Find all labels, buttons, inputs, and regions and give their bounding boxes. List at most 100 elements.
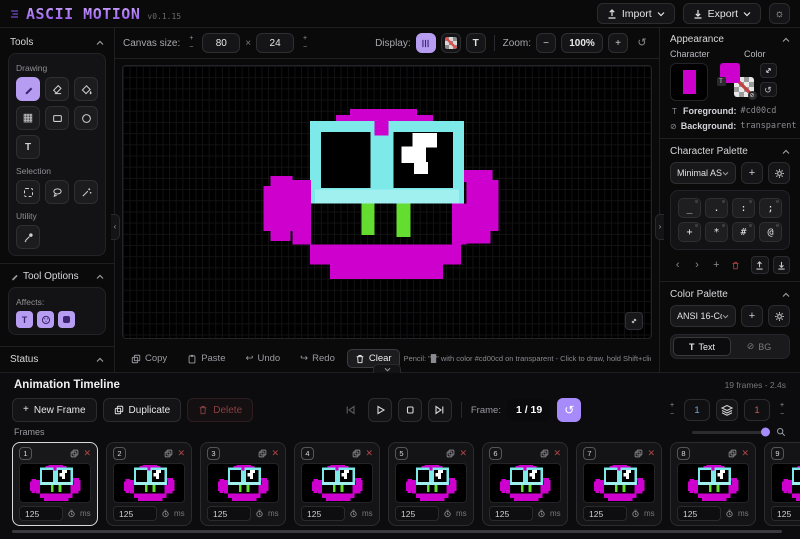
loop-toggle-button[interactable]: ↺: [557, 398, 581, 422]
add-color-palette-button[interactable]: +: [741, 305, 763, 327]
frame-card[interactable]: 7 ✕ ms: [576, 442, 662, 526]
onion-prev-decrement[interactable]: −: [666, 411, 678, 419]
remove-frame-icon[interactable]: ✕: [177, 449, 185, 458]
drawing-canvas[interactable]: [122, 65, 652, 339]
frame-card[interactable]: 8 ✕ ms: [670, 442, 756, 526]
frame-duration-input[interactable]: [677, 506, 721, 521]
height-decrement-button[interactable]: −: [299, 44, 311, 52]
duplicate-frame-icon[interactable]: [258, 449, 267, 458]
play-button[interactable]: [368, 398, 392, 422]
width-decrement-button[interactable]: −: [185, 44, 197, 52]
frame-card[interactable]: 1 ✕ ms: [12, 442, 98, 526]
frame-duration-input[interactable]: [19, 506, 63, 521]
duplicate-frame-icon[interactable]: [164, 449, 173, 458]
frame-duration-input[interactable]: [489, 506, 533, 521]
zoom-value[interactable]: 100%: [561, 33, 603, 53]
palette-char-button[interactable]: ;: [759, 198, 782, 218]
remove-frame-icon[interactable]: ✕: [271, 449, 279, 458]
skip-to-start-button[interactable]: [338, 398, 362, 422]
new-frame-button[interactable]: + New Frame: [12, 398, 97, 422]
add-char-palette-button[interactable]: +: [741, 162, 763, 184]
text-display-toggle[interactable]: T: [466, 33, 486, 53]
delete-frame-button[interactable]: Delete: [187, 398, 253, 422]
transparency-display-toggle[interactable]: [441, 33, 461, 53]
reset-colors-button[interactable]: ↺: [760, 82, 777, 97]
rectangle-tool-button[interactable]: [45, 106, 69, 130]
import-palette-button[interactable]: [773, 256, 790, 274]
frame-card[interactable]: 4 ✕ ms: [294, 442, 380, 526]
onion-prev-increment[interactable]: +: [666, 402, 678, 410]
duplicate-frame-icon[interactable]: [352, 449, 361, 458]
text-color-tab[interactable]: T Text: [673, 337, 731, 356]
frames-scrollbar[interactable]: [12, 530, 782, 533]
zoom-out-button[interactable]: −: [536, 33, 556, 53]
zoom-in-button[interactable]: +: [608, 33, 628, 53]
palette-char-button[interactable]: :: [732, 198, 755, 218]
tool-options-section-header[interactable]: Tool Options: [8, 268, 106, 285]
palette-char-button[interactable]: *: [705, 222, 728, 242]
char-palette-settings-button[interactable]: [768, 162, 790, 184]
canvas-width-input[interactable]: 80: [202, 33, 240, 53]
affects-character-toggle[interactable]: T: [16, 311, 33, 328]
eyedropper-tool-button[interactable]: [16, 225, 40, 249]
palette-char-button[interactable]: _: [678, 198, 701, 218]
export-button[interactable]: Export: [683, 3, 761, 24]
remove-frame-icon[interactable]: ✕: [83, 449, 91, 458]
palette-char-button[interactable]: @: [759, 222, 782, 242]
swap-colors-button[interactable]: [760, 63, 777, 78]
width-increment-button[interactable]: +: [185, 35, 197, 43]
affects-background-toggle[interactable]: [58, 311, 75, 328]
redo-button[interactable]: ↪ Redo: [292, 349, 343, 368]
frame-card[interactable]: 9 ✕ ms: [764, 442, 800, 526]
remove-frame-icon[interactable]: ✕: [647, 449, 655, 458]
tools-section-header[interactable]: Tools: [8, 34, 106, 51]
onion-next-increment[interactable]: +: [776, 402, 788, 410]
pattern-tool-button[interactable]: ▦: [16, 106, 40, 130]
theme-toggle-button[interactable]: ☼: [769, 3, 790, 24]
duplicate-frame-icon[interactable]: [540, 449, 549, 458]
slider-thumb[interactable]: [761, 428, 770, 437]
import-button[interactable]: Import: [597, 3, 675, 24]
color-palette-section-header[interactable]: Color Palette: [670, 289, 790, 300]
height-increment-button[interactable]: +: [299, 35, 311, 43]
character-preview[interactable]: [670, 63, 708, 101]
frame-card[interactable]: 5 ✕ ms: [388, 442, 474, 526]
delete-char-button[interactable]: [728, 256, 743, 274]
paste-button[interactable]: Paste: [179, 349, 233, 368]
palette-char-button[interactable]: #: [732, 222, 755, 242]
status-section-header[interactable]: Status: [8, 351, 106, 368]
frame-duration-input[interactable]: [395, 506, 439, 521]
left-panel-collapse-handle[interactable]: ‹: [111, 214, 120, 240]
remove-frame-icon[interactable]: ✕: [741, 449, 749, 458]
frame-duration-input[interactable]: [583, 506, 627, 521]
skip-to-end-button[interactable]: [428, 398, 452, 422]
eraser-tool-button[interactable]: [45, 77, 69, 101]
frame-duration-input[interactable]: [207, 506, 251, 521]
next-char-button[interactable]: ›: [689, 256, 704, 274]
onion-skin-toggle[interactable]: [716, 399, 738, 421]
right-panel-collapse-handle[interactable]: ›: [655, 214, 664, 240]
frame-duration-input[interactable]: [113, 506, 157, 521]
timeline-collapse-handle[interactable]: [373, 364, 401, 373]
stop-button[interactable]: [398, 398, 422, 422]
frame-card[interactable]: 2 ✕ ms: [106, 442, 192, 526]
onion-previous-count[interactable]: 1: [684, 399, 710, 421]
duplicate-frame-icon[interactable]: [634, 449, 643, 458]
grid-display-toggle[interactable]: [416, 33, 436, 53]
foreground-swatch[interactable]: T: [720, 63, 740, 83]
color-palette-select[interactable]: ANSI 16-Colo: [670, 305, 736, 327]
char-palette-section-header[interactable]: Character Palette: [670, 146, 790, 157]
frame-duration-input[interactable]: [771, 506, 800, 521]
prev-char-button[interactable]: ‹: [670, 256, 685, 274]
canvas-resize-handle[interactable]: [625, 312, 643, 330]
text-tool-button[interactable]: T: [16, 135, 40, 159]
fill-bucket-tool-button[interactable]: [74, 77, 98, 101]
char-palette-select[interactable]: Minimal ASC: [670, 162, 736, 184]
export-palette-button[interactable]: [751, 256, 768, 274]
remove-frame-icon[interactable]: ✕: [553, 449, 561, 458]
frame-card[interactable]: 3 ✕ ms: [200, 442, 286, 526]
affects-color-toggle[interactable]: [37, 311, 54, 328]
ellipse-tool-button[interactable]: [74, 106, 98, 130]
thumbnail-zoom-slider[interactable]: [692, 431, 770, 434]
magic-wand-tool-button[interactable]: [74, 180, 98, 204]
